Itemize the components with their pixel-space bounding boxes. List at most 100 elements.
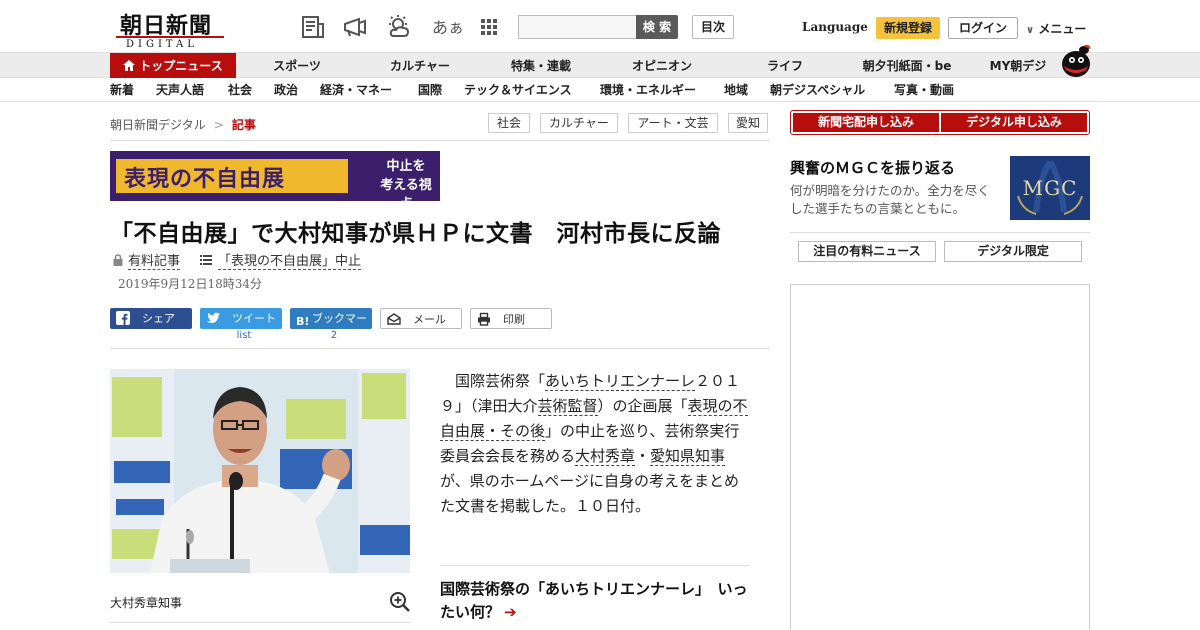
nav-international[interactable]: 国際 [418, 78, 442, 102]
hatena-bookmark-icon: B! [296, 315, 310, 328]
newspaper-icon[interactable] [300, 14, 326, 40]
twitter-share-button[interactable]: ツイート [200, 308, 282, 329]
facebook-share-button[interactable]: シェア [110, 308, 192, 329]
keyword-link[interactable]: 大村秀章 [575, 447, 636, 466]
banner-subtitle-line2: 考える視点 [380, 178, 432, 201]
tag-art-literature[interactable]: アート・文芸 [628, 113, 718, 133]
divider [110, 140, 770, 141]
article-photo[interactable] [110, 369, 410, 573]
logo-rule [116, 36, 224, 38]
breadcrumb-separator: > [213, 118, 224, 132]
chevron-down-icon: ∨ [1026, 25, 1035, 36]
divider [440, 565, 750, 566]
primary-nav: トップニュース スポーツ カルチャー 特集・連載 オピニオン ライフ 朝夕刊紙面… [0, 52, 1200, 79]
nav-culture[interactable]: カルチャー [380, 53, 460, 79]
menu-button[interactable]: ∨ メニュー [1026, 20, 1086, 37]
body-text: が、県のホームページに自身の考えをまとめた文書を掲載した。１０日付。 [440, 472, 739, 515]
article-date: 2019年9月12日18時34分 [118, 277, 262, 291]
login-button[interactable]: ログイン [948, 17, 1018, 39]
nav-opinion[interactable]: オピニオン [624, 53, 700, 79]
grid-icon[interactable] [476, 14, 502, 40]
promo-title[interactable]: 興奮のＭＧＣを振り返る [790, 157, 955, 178]
secondary-nav: 新着 天声人語 社会 政治 経済・マネー 国際 テック＆サイエンス 環境・エネル… [0, 78, 1200, 102]
nav-tenseijingo[interactable]: 天声人語 [156, 78, 204, 102]
logo-sub-text: DIGITAL [126, 39, 198, 50]
series-banner[interactable]: 表現の不自由展 中止を 考える視点 [110, 151, 440, 201]
series-link[interactable]: 「表現の不自由展」中止 [200, 250, 362, 270]
banner-subtitle: 中止を 考える視点 [378, 157, 434, 201]
body-text: 国際芸術祭「 [455, 372, 546, 390]
keyword-link[interactable]: あいちトリエンナーレ [545, 372, 696, 391]
facebook-icon [116, 311, 130, 325]
nav-sports[interactable]: スポーツ [262, 53, 332, 79]
nav-my-asahi[interactable]: MY朝デジ [982, 53, 1054, 79]
paid-article-label[interactable]: 有料記事 [112, 250, 181, 270]
print-button[interactable]: 印刷 [470, 308, 552, 329]
breadcrumb-home[interactable]: 朝日新聞デジタル [110, 118, 206, 132]
search-button[interactable]: 検 索 [636, 15, 678, 39]
nav-region[interactable]: 地域 [724, 78, 748, 102]
list-icon [200, 254, 212, 269]
subscription-box: 新聞宅配申し込み デジタル申し込み [790, 110, 1090, 135]
digital-subscribe-button[interactable]: デジタル申し込み [941, 113, 1087, 132]
nav-tech-science[interactable]: テック＆サイエンス [464, 78, 572, 102]
nav-special[interactable]: 朝デジスペシャル [770, 78, 865, 102]
nav-society[interactable]: 社会 [228, 78, 252, 102]
tab-paid-news[interactable]: 注目の有料ニュース [798, 241, 936, 262]
home-icon [123, 53, 136, 79]
nav-print-edition[interactable]: 朝夕刊紙面・be [852, 53, 962, 79]
twitter-count[interactable]: list [236, 330, 252, 341]
nav-politics[interactable]: 政治 [274, 78, 298, 102]
related-article-title: 国際芸術祭の「あいちトリエンナーレ」 いったい何？ [440, 580, 748, 621]
keyword-link[interactable]: 愛知県知事 [650, 447, 726, 466]
twitter-icon [206, 311, 220, 325]
ad-placeholder [790, 284, 1090, 630]
tag-society[interactable]: 社会 [488, 113, 530, 133]
nav-label: トップニュース [139, 59, 223, 73]
tag-aichi[interactable]: 愛知 [728, 113, 768, 133]
twitter-share-label: ツイート [232, 312, 276, 325]
divider [790, 232, 1090, 233]
zoom-in-icon[interactable] [389, 591, 411, 613]
promo-image-text: MGC [1022, 176, 1078, 200]
banner-title: 表現の不自由展 [124, 167, 286, 192]
paid-label-text: 有料記事 [128, 254, 181, 270]
mail-share-button[interactable]: メール [380, 308, 462, 329]
nav-economy[interactable]: 経済・マネー [320, 78, 392, 102]
body-text: ）の企画展「 [597, 397, 688, 415]
font-size-icon[interactable]: あぁ [432, 14, 464, 38]
megaphone-icon[interactable] [342, 14, 368, 40]
related-article-link[interactable]: 国際芸術祭の「あいちトリエンナーレ」 いったい何？ ➔ [440, 578, 750, 624]
mail-share-label: メール [413, 313, 446, 326]
toc-button[interactable]: 目次 [692, 15, 734, 39]
nav-latest[interactable]: 新着 [110, 78, 134, 102]
nav-features[interactable]: 特集・連載 [500, 53, 582, 79]
signup-button[interactable]: 新規登録 [876, 17, 940, 39]
article-body: 国際芸術祭「あいちトリエンナーレ２０１９」（津田大介芸術監督）の企画展「表現の不… [440, 369, 752, 519]
mascot-icon[interactable] [1054, 44, 1092, 78]
newspaper-subscribe-button[interactable]: 新聞宅配申し込み [793, 113, 939, 132]
language-link[interactable]: Language [802, 20, 868, 34]
promo-description[interactable]: 何が明暗を分けたのか。全力を尽くした選手たちの言葉とともに。 [790, 182, 1002, 218]
body-text: ・ [635, 447, 651, 465]
hatena-count[interactable]: 2 [326, 330, 342, 341]
nav-environment[interactable]: 環境・エネルギー [600, 78, 696, 102]
facebook-share-label: シェア [142, 312, 175, 325]
site-logo[interactable]: 朝日新聞 DIGITAL [112, 8, 228, 50]
site-header: 朝日新聞 DIGITAL あぁ 検 索 目次 Language 新規登録 ログイ… [0, 0, 1200, 52]
nav-life[interactable]: ライフ [760, 53, 810, 79]
hatena-bookmark-button[interactable]: B! ブックマーク [290, 308, 372, 346]
nav-photo-video[interactable]: 写真・動画 [894, 78, 954, 102]
keyword-link[interactable]: 芸術監督 [537, 397, 598, 416]
photo-caption: 大村秀章知事 [110, 596, 183, 610]
tab-digital-only[interactable]: デジタル限定 [944, 241, 1082, 262]
nav-top-news[interactable]: トップニュース [110, 53, 236, 79]
promo-image[interactable]: MGC [1010, 156, 1090, 220]
breadcrumb: 朝日新聞デジタル > 記事 [110, 116, 256, 133]
series-label-text: 「表現の不自由展」中止 [218, 254, 362, 270]
lock-icon [112, 254, 124, 266]
menu-label: メニュー [1038, 22, 1087, 36]
weather-icon[interactable] [386, 14, 412, 40]
search-input[interactable] [518, 15, 638, 39]
tag-culture[interactable]: カルチャー [540, 113, 618, 133]
